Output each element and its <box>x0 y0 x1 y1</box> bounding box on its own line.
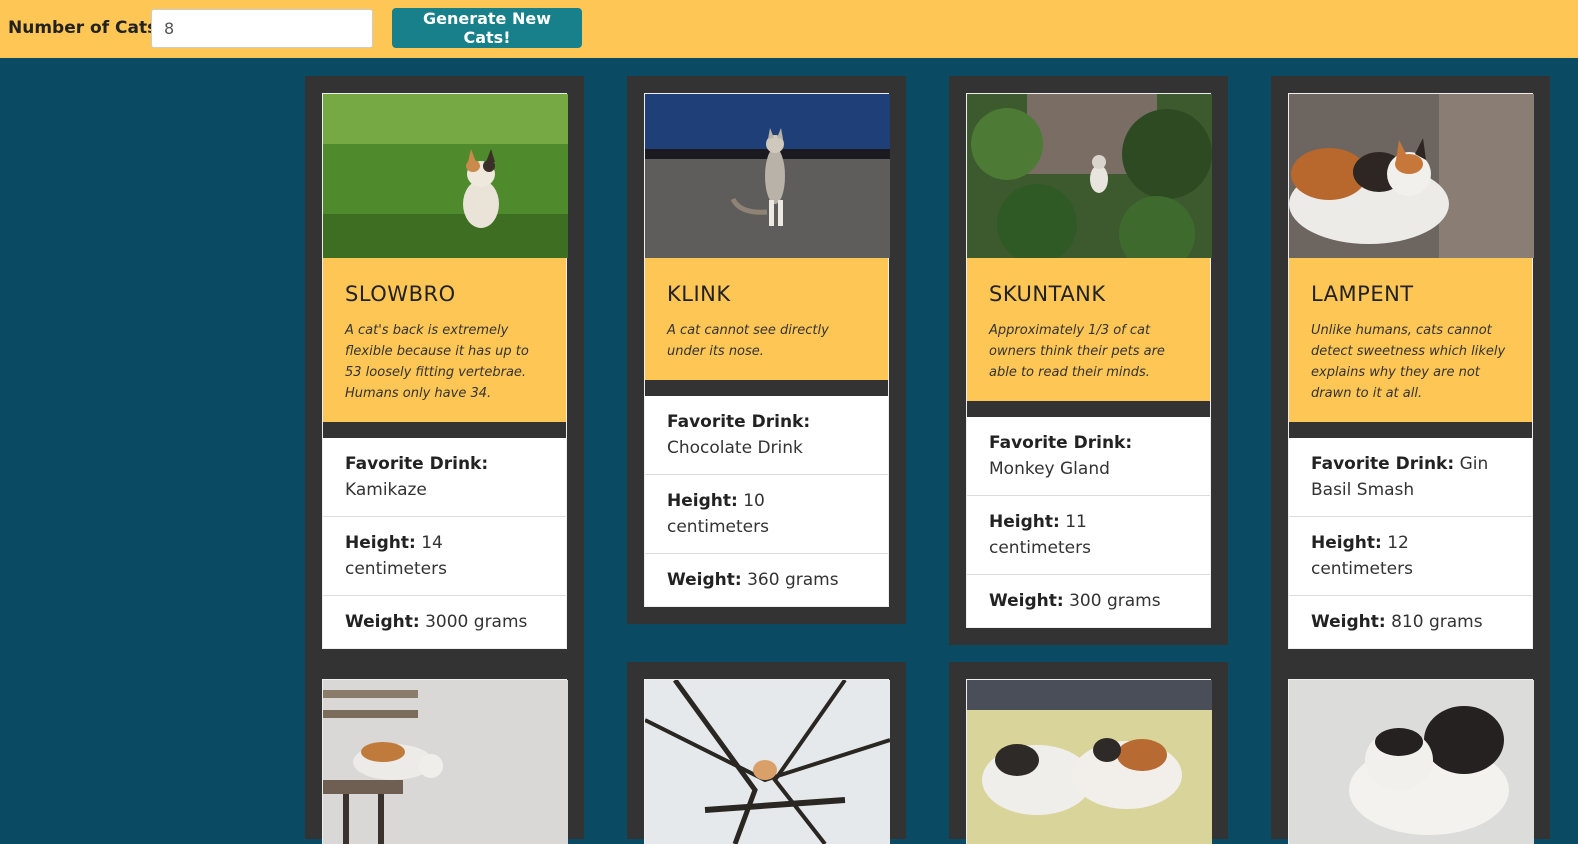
weight: Weight: 810 grams <box>1289 596 1532 648</box>
cat-name: SLOWBRO <box>345 282 456 306</box>
stat-label: Favorite Drink: <box>1311 454 1455 474</box>
cat-fact: Approximately 1/3 of cat owners think th… <box>989 323 1165 380</box>
cat-photo <box>1289 94 1534 258</box>
cat-card <box>305 662 584 844</box>
favorite-drink: Favorite Drink: Monkey Gland <box>967 417 1210 496</box>
stat-label: Weight: <box>989 591 1064 611</box>
cat-fact: A cat's back is extremely flexible becau… <box>345 323 529 401</box>
stat-label: Height: <box>345 533 416 553</box>
cat-photo <box>323 94 568 258</box>
stat-value: 810 grams <box>1391 612 1483 632</box>
favorite-drink: Favorite Drink: Kamikaze <box>323 438 566 517</box>
stat-label: Favorite Drink: <box>667 412 811 432</box>
stat-value: 300 grams <box>1069 591 1161 611</box>
cat-info: SKUNTANK Approximately 1/3 of cat owners… <box>967 258 1210 401</box>
stat-label: Height: <box>1311 533 1382 553</box>
stat-label: Height: <box>667 491 738 511</box>
cat-info: LAMPENT Unlike humans, cats cannot detec… <box>1289 258 1532 422</box>
stat-label: Weight: <box>345 612 420 632</box>
top-bar: Number of Cats: Generate New Cats! <box>0 0 1578 58</box>
stat-value: Kamikaze <box>345 480 427 500</box>
weight: Weight: 300 grams <box>967 575 1210 627</box>
stat-value: Monkey Gland <box>989 459 1110 479</box>
cat-count-label: Number of Cats: <box>8 18 165 38</box>
cat-card: SLOWBRO A cat's back is extremely flexib… <box>305 76 584 666</box>
height: Height: 14 centimeters <box>323 517 566 596</box>
divider <box>1289 422 1532 438</box>
cat-photo <box>645 680 890 844</box>
stat-label: Height: <box>989 512 1060 532</box>
divider <box>967 401 1210 417</box>
stat-label: Weight: <box>1311 612 1386 632</box>
height: Height: 11 centimeters <box>967 496 1210 575</box>
cat-photo <box>967 680 1212 844</box>
cat-info: KLINK A cat cannot see directly under it… <box>645 258 888 380</box>
stat-label: Favorite Drink: <box>345 454 489 474</box>
stat-value: Chocolate Drink <box>667 438 803 458</box>
cat-name: LAMPENT <box>1311 282 1414 306</box>
cat-card <box>627 662 906 844</box>
generate-cats-button[interactable]: Generate New Cats! <box>392 8 582 48</box>
cat-count-input[interactable] <box>151 9 373 48</box>
cat-fact: A cat cannot see directly under its nose… <box>667 323 829 359</box>
stat-value: 3000 grams <box>425 612 528 632</box>
cat-card: LAMPENT Unlike humans, cats cannot detec… <box>1271 76 1550 666</box>
cat-photo <box>967 94 1212 258</box>
cat-card: SKUNTANK Approximately 1/3 of cat owners… <box>949 76 1228 645</box>
cat-name: SKUNTANK <box>989 282 1106 306</box>
cat-photo <box>323 680 568 844</box>
cat-card <box>1271 662 1550 844</box>
cat-info: SLOWBRO A cat's back is extremely flexib… <box>323 258 566 422</box>
favorite-drink: Favorite Drink: Gin Basil Smash <box>1289 438 1532 517</box>
stat-value: 360 grams <box>747 570 839 590</box>
stat-label: Weight: <box>667 570 742 590</box>
stat-label: Favorite Drink: <box>989 433 1133 453</box>
height: Height: 10 centimeters <box>645 475 888 554</box>
height: Height: 12 centimeters <box>1289 517 1532 596</box>
cat-fact: Unlike humans, cats cannot detect sweetn… <box>1311 323 1506 401</box>
favorite-drink: Favorite Drink: Chocolate Drink <box>645 396 888 475</box>
cat-name: KLINK <box>667 282 731 306</box>
cat-card <box>949 662 1228 844</box>
weight: Weight: 3000 grams <box>323 596 566 648</box>
cat-photo <box>1289 680 1534 844</box>
cat-card: KLINK A cat cannot see directly under it… <box>627 76 906 624</box>
divider <box>323 422 566 438</box>
cat-photo <box>645 94 890 258</box>
weight: Weight: 360 grams <box>645 554 888 606</box>
divider <box>645 380 888 396</box>
